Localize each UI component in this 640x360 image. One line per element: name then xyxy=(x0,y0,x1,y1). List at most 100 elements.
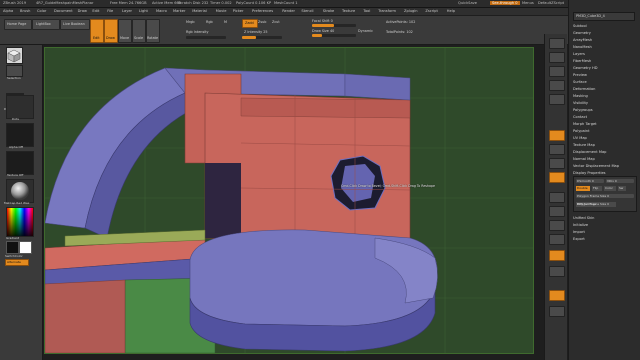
lsym-button[interactable] xyxy=(549,172,565,183)
palette-geometry[interactable]: Geometry xyxy=(573,31,591,35)
palette-uv-map[interactable]: UV Map xyxy=(573,136,587,140)
menu-help[interactable]: Help xyxy=(447,9,455,13)
quicksave-button[interactable]: QuickSave xyxy=(458,1,477,5)
menus-toggle[interactable]: Menus xyxy=(522,1,534,5)
floor-button[interactable] xyxy=(549,144,565,155)
menu-light[interactable]: Light xyxy=(139,9,148,13)
alternate-button[interactable]: Alternate xyxy=(5,259,29,266)
palette-normal-map[interactable]: Normal Map xyxy=(573,157,595,161)
palette-displacement-map[interactable]: Displacement Map xyxy=(573,150,606,154)
menu-tool[interactable]: Tool xyxy=(363,9,370,13)
canvas-viewport[interactable]: Cmd-Click Draw to Bevel; Cmd-Shift-Click… xyxy=(44,47,534,354)
palette-unified-skin[interactable]: Unified Skin xyxy=(573,216,594,220)
move-mode-button[interactable]: Move xyxy=(118,19,132,43)
rotate-mode-button[interactable]: Rotate xyxy=(146,19,160,43)
zsub-toggle[interactable]: Zsub xyxy=(258,20,266,24)
polygon-frame-size-slider[interactable]: Polygon Frame Size 0 xyxy=(576,194,634,198)
palette-layers[interactable]: Layers xyxy=(573,52,585,56)
palette-fibermesh[interactable]: FiberMesh xyxy=(573,59,591,63)
see-through-slider[interactable]: See-through 0 xyxy=(490,1,520,5)
dynamic-toggle[interactable]: Dynamic xyxy=(358,29,373,33)
palette-deformation[interactable]: Deformation xyxy=(573,87,595,91)
menu-file[interactable]: File xyxy=(107,9,113,13)
scale-mode-button[interactable]: Scale xyxy=(132,19,146,43)
menu-layer[interactable]: Layer xyxy=(122,9,132,13)
palette-visibility[interactable]: Visibility xyxy=(573,101,588,105)
focal-shift-slider[interactable]: Focal Shift 0 xyxy=(312,19,333,23)
local-button[interactable] xyxy=(549,158,565,169)
palette-polypaint[interactable]: Polypaint xyxy=(573,129,590,133)
palette-polygroups[interactable]: Polygroups xyxy=(573,108,593,112)
palette-surface[interactable]: Surface xyxy=(573,80,587,84)
palette-morph-target[interactable]: Morph Target xyxy=(573,122,597,126)
rgb-intensity-track[interactable] xyxy=(186,36,226,39)
flip-toggle[interactable]: Flip xyxy=(592,186,602,191)
palette-contact[interactable]: Contact xyxy=(573,115,587,119)
palette-masking[interactable]: Masking xyxy=(573,94,588,98)
menu-stencil[interactable]: Stencil xyxy=(301,9,313,13)
menu-draw[interactable]: Draw xyxy=(78,9,87,13)
secondary-color-swatch[interactable] xyxy=(19,241,32,254)
alpha-thumbnail[interactable] xyxy=(6,123,34,147)
menu-transform[interactable]: Transform xyxy=(378,9,396,13)
palette-vector-displacement-map[interactable]: Vector Displacement Map xyxy=(573,164,619,168)
texture-thumbnail[interactable] xyxy=(6,151,34,175)
palette-preview[interactable]: Preview xyxy=(573,73,587,77)
menu-render[interactable]: Render xyxy=(282,9,295,13)
lightbox-button[interactable]: LightBox xyxy=(32,19,60,30)
color-picker[interactable] xyxy=(6,207,34,237)
palette-initialize[interactable]: Initialize xyxy=(573,223,588,227)
actual-button[interactable] xyxy=(549,94,565,105)
draw-size-slider[interactable]: Draw Size 40 xyxy=(312,29,334,33)
menu-zscript[interactable]: Zscript xyxy=(425,9,437,13)
palette-texture-map[interactable]: Texture Map xyxy=(573,143,595,147)
m-toggle[interactable]: M xyxy=(224,20,227,24)
stroke-thumbnail[interactable] xyxy=(6,95,34,119)
zadd-toggle[interactable]: Zadd xyxy=(242,19,258,28)
edit-mode-button[interactable]: Edit xyxy=(90,19,104,43)
draw-mode-button[interactable]: Draw xyxy=(104,19,118,43)
transp-button[interactable] xyxy=(549,266,565,277)
menu-document[interactable]: Document xyxy=(54,9,73,13)
z-intensity-slider[interactable]: Z Intensity 25 xyxy=(244,30,268,34)
menu-brush[interactable]: Brush xyxy=(20,9,30,13)
menu-macro[interactable]: Macro xyxy=(156,9,167,13)
current-tool-header[interactable]: PM3D_Cube3D_4 xyxy=(573,12,635,21)
scroll-button[interactable] xyxy=(549,66,565,77)
zoom-button[interactable] xyxy=(549,80,565,91)
persp-button[interactable] xyxy=(549,130,565,141)
frame-button[interactable] xyxy=(549,192,565,203)
spix-button[interactable] xyxy=(549,52,565,63)
solo-button[interactable] xyxy=(549,290,565,301)
menu-color[interactable]: Color xyxy=(37,9,46,13)
palette-arraymesh[interactable]: ArrayMesh xyxy=(573,38,592,42)
live-boolean-button[interactable]: Live Boolean xyxy=(60,19,90,30)
material-thumbnail[interactable] xyxy=(6,179,34,203)
vdiv-slider[interactable]: VDiv 0 xyxy=(606,179,634,183)
selection-button[interactable]: Selection xyxy=(6,65,23,80)
color-toggle[interactable]: Color xyxy=(604,186,616,191)
palette-subtool[interactable]: Subtool xyxy=(573,24,587,28)
menu-edit[interactable]: Edit xyxy=(92,9,99,13)
zcut-toggle[interactable]: Zcut xyxy=(272,20,280,24)
bpr-settings-button[interactable]: Polygon Frame Size 0 BPR Settings xyxy=(576,202,616,207)
palette-display-properties[interactable]: Display Properties xyxy=(573,171,606,175)
menu-stroke[interactable]: Stroke xyxy=(323,9,334,13)
main-color-swatch[interactable] xyxy=(6,241,19,254)
menu-material[interactable]: Material xyxy=(192,9,207,13)
sw-toggle[interactable]: Sw xyxy=(618,186,626,191)
mrgb-toggle[interactable]: Mrgb xyxy=(186,20,195,24)
menu-preferences[interactable]: Preferences xyxy=(252,9,273,13)
double-toggle[interactable]: Double xyxy=(576,186,590,191)
menu-alpha[interactable]: Alpha xyxy=(3,9,13,13)
brush-thumbnail[interactable] xyxy=(6,47,23,64)
linefill-button[interactable] xyxy=(549,250,565,261)
rgb-intensity-slider[interactable]: Rgb Intensity xyxy=(186,30,209,34)
z-intensity-track[interactable] xyxy=(242,36,282,39)
palette-import[interactable]: Import xyxy=(573,230,585,234)
dsmooth-slider[interactable]: DSmooth 0 xyxy=(576,179,604,183)
scale-view-button[interactable] xyxy=(549,220,565,231)
palette-geometry-hd[interactable]: Geometry HD xyxy=(573,66,598,70)
palette-nanomesh[interactable]: NanoMesh xyxy=(573,45,592,49)
xpose-button[interactable] xyxy=(549,306,565,317)
